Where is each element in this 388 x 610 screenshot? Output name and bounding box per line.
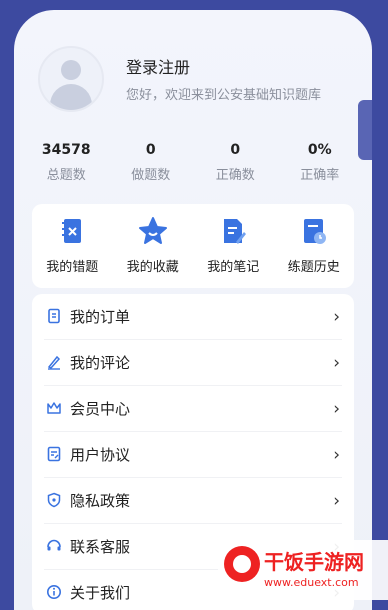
order-icon (46, 308, 62, 324)
chevron-right-icon: › (333, 491, 340, 511)
chevron-right-icon: › (333, 445, 340, 465)
stat-label: 正确数 (215, 168, 255, 183)
chevron-right-icon: › (333, 353, 340, 373)
stat-label: 总题数 (46, 168, 86, 183)
menu-label: 会员中心 (70, 400, 131, 418)
menu-label: 我的订单 (70, 308, 131, 326)
shield-icon (46, 492, 62, 508)
stat-label: 正确率 (300, 168, 340, 183)
chevron-right-icon: › (333, 399, 340, 419)
avatar[interactable] (38, 46, 104, 112)
quick-label: 我的错题 (46, 260, 99, 275)
comment-icon (46, 354, 62, 370)
watermark-logo-icon (224, 546, 260, 582)
menu-item-comments[interactable]: 我的评论 › (44, 340, 342, 386)
stat-total: 34578 总题数 (24, 140, 109, 200)
app-screen: 登录注册 您好，欢迎来到公安基础知识题库 34578 总题数 0 做题数 0 正… (14, 10, 372, 610)
quick-history[interactable]: 练题历史 (274, 204, 355, 288)
avatar-head (61, 60, 81, 80)
watermark-title: 干饭手游网 (264, 550, 364, 574)
login-register-link[interactable]: 登录注册 (126, 54, 190, 78)
menu-label: 用户协议 (70, 446, 131, 464)
history-icon (299, 216, 329, 246)
stat-value: 0 (230, 142, 241, 158)
welcome-text: 您好，欢迎来到公安基础知识题库 (126, 88, 322, 103)
menu-item-user-agreement[interactable]: 用户协议 › (44, 432, 342, 478)
quick-notes[interactable]: 我的笔记 (193, 204, 274, 288)
quick-favorites[interactable]: 我的收藏 (113, 204, 194, 288)
chevron-right-icon: › (333, 307, 340, 327)
stat-value: 0 (145, 142, 156, 158)
quick-actions-card: 我的错题 我的收藏 我的笔记 练题历史 (32, 204, 354, 288)
stat-value: 0% (307, 142, 332, 158)
menu-label: 我的评论 (70, 354, 131, 372)
menu-item-privacy[interactable]: 隐私政策 › (44, 478, 342, 524)
menu-label: 联系客服 (70, 538, 131, 556)
avatar-body (50, 84, 92, 110)
notes-icon (218, 216, 248, 246)
stats-bar: 34578 总题数 0 做题数 0 正确数 0% 正确率 (24, 140, 362, 200)
site-watermark: 干饭手游网 www.eduext.com (218, 540, 388, 600)
menu-item-membership[interactable]: 会员中心 › (44, 386, 342, 432)
quick-wrong-questions[interactable]: 我的错题 (32, 204, 113, 288)
menu-item-orders[interactable]: 我的订单 › (44, 294, 342, 340)
stat-value: 34578 (41, 142, 91, 158)
stat-done: 0 做题数 (109, 140, 194, 200)
stat-accuracy: 0% 正确率 (278, 140, 363, 200)
stat-label: 做题数 (131, 168, 171, 183)
star-icon (138, 216, 168, 246)
crown-icon (46, 400, 62, 416)
quick-label: 我的收藏 (126, 260, 179, 275)
wrong-questions-icon (57, 216, 87, 246)
info-icon (46, 584, 62, 600)
customer-service-icon (46, 538, 62, 554)
profile-section[interactable]: 登录注册 您好，欢迎来到公安基础知识题库 (38, 46, 358, 126)
menu-label: 隐私政策 (70, 492, 131, 510)
agreement-icon (46, 446, 62, 462)
watermark-url: www.eduext.com (264, 576, 359, 589)
quick-label: 练题历史 (287, 260, 340, 275)
stat-correct: 0 正确数 (193, 140, 278, 200)
quick-label: 我的笔记 (207, 260, 260, 275)
